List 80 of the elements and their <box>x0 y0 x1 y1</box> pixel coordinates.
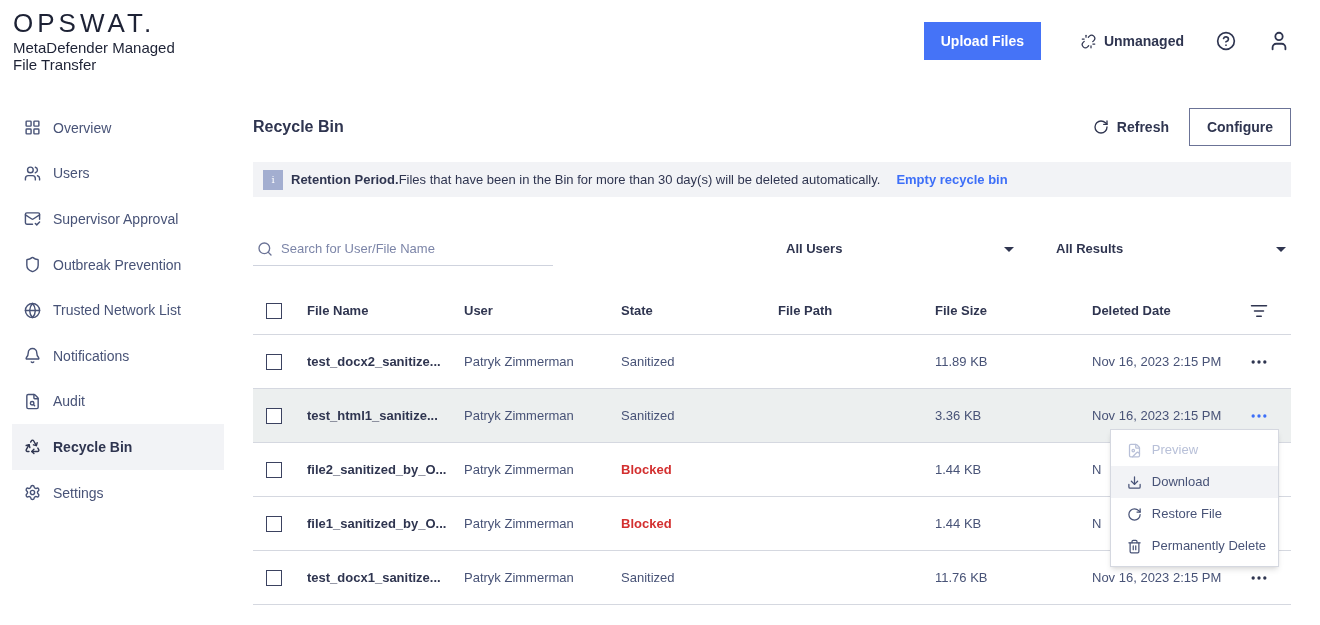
info-icon: i <box>263 169 283 190</box>
results-dropdown[interactable]: All Results <box>1056 239 1286 259</box>
logo: OPSWAT. <box>13 10 157 36</box>
file-name: file1_sanitized_by_O... <box>307 515 447 531</box>
column-header: File Name <box>307 302 369 318</box>
checklist-icon <box>24 210 41 228</box>
file-size: 11.89 KB <box>935 353 988 369</box>
sidebar-item[interactable]: Users <box>12 150 224 197</box>
checkbox[interactable] <box>266 569 282 586</box>
banner-message: Retention Period.Files that have been in the Bin for more than 30 day(s) will be deleted automatically. <box>291 170 881 189</box>
deleted-date: Nov 16, 2023 2:15 PM <box>1092 569 1222 585</box>
file-size: 1.44 KB <box>935 515 982 531</box>
caret-icon <box>1276 246 1286 252</box>
image-file-icon <box>1126 442 1142 458</box>
file-name: test_html1_sanitize... <box>307 407 438 423</box>
user-name: Patryk Zimmerman <box>464 569 574 585</box>
column-header: Deleted Date <box>1092 302 1171 318</box>
sidebar-item[interactable]: Audit <box>12 378 224 425</box>
bell-icon <box>24 347 41 365</box>
file-size: 3.36 KB <box>935 407 982 423</box>
deleted-date: Nov 16, 2023 2:15 PM <box>1092 407 1222 423</box>
file-name: test_docx1_sanitize... <box>307 569 441 585</box>
globe-icon <box>24 301 41 319</box>
file-size: 11.76 KB <box>935 569 988 585</box>
unmanaged-button[interactable]: Unmanaged <box>1080 31 1184 51</box>
checkbox[interactable] <box>266 461 282 478</box>
sidebar-item[interactable]: Supervisor Approval <box>12 196 224 242</box>
menu-item[interactable]: Restore File <box>1110 498 1278 530</box>
menu-item[interactable]: Download <box>1110 466 1278 498</box>
sidebar-item[interactable]: Outbreak Prevention <box>12 241 224 288</box>
configure-button[interactable]: Configure <box>1189 108 1291 146</box>
column-header: File Path <box>778 302 833 318</box>
user-name: Patryk Zimmerman <box>464 461 574 477</box>
sidebar-item[interactable]: Notifications <box>12 332 224 379</box>
page-title: Recycle Bin <box>253 117 344 137</box>
search-field[interactable]: Search for User/File Name <box>253 232 553 266</box>
user-name: Patryk Zimmerman <box>464 353 574 369</box>
download-icon <box>1126 474 1142 490</box>
file-name: test_docx2_sanitize... <box>307 353 441 369</box>
shield-icon <box>24 256 41 274</box>
refresh-icon <box>1126 506 1142 522</box>
settings-icon <box>24 484 41 502</box>
column-header: State <box>621 302 653 318</box>
file-state: Blocked <box>621 515 672 531</box>
product-name: MetaDefender Managed File Transfer <box>13 39 176 73</box>
sidebar-item[interactable]: Trusted Network List <box>12 287 224 333</box>
checkbox[interactable] <box>266 515 282 532</box>
file-state: Sanitized <box>621 569 675 585</box>
sidebar-item[interactable]: Settings <box>12 469 224 516</box>
users-dropdown[interactable]: All Users <box>786 239 1014 259</box>
upload-files-button[interactable]: Upload Files <box>923 22 1041 60</box>
checkbox[interactable] <box>266 353 282 370</box>
checkbox[interactable] <box>266 302 282 319</box>
file-name: file2_sanitized_by_O... <box>307 461 447 477</box>
sidebar-item[interactable]: Overview <box>12 105 224 151</box>
checkbox[interactable] <box>266 407 282 424</box>
deleted-date: Nov 16, 2023 2:15 PM <box>1092 353 1222 369</box>
unlink-icon <box>1080 33 1096 49</box>
file-state: Sanitized <box>621 407 675 423</box>
column-header: File Size <box>935 302 988 318</box>
trash-icon <box>1126 538 1142 554</box>
user-name: Patryk Zimmerman <box>464 407 574 423</box>
help-icon[interactable] <box>1216 31 1236 51</box>
column-header: User <box>464 302 493 318</box>
sidebar-item[interactable]: Recycle Bin <box>12 424 224 470</box>
user-name: Patryk Zimmerman <box>464 515 574 531</box>
grid-icon <box>24 119 41 137</box>
refresh-icon <box>1092 119 1109 135</box>
file-state: Sanitized <box>621 353 675 369</box>
users-icon <box>24 164 41 182</box>
deleted-date: N <box>1092 515 1102 531</box>
empty-recycle-bin-link[interactable]: Empty recycle bin <box>896 169 1008 190</box>
recycle-icon <box>24 438 41 456</box>
document-icon <box>24 392 41 410</box>
search-icon <box>257 241 273 257</box>
refresh-button[interactable]: Refresh <box>1092 117 1169 137</box>
file-size: 1.44 KB <box>935 461 982 477</box>
file-state: Blocked <box>621 461 672 477</box>
caret-icon <box>1004 246 1014 252</box>
deleted-date: N <box>1092 461 1102 477</box>
